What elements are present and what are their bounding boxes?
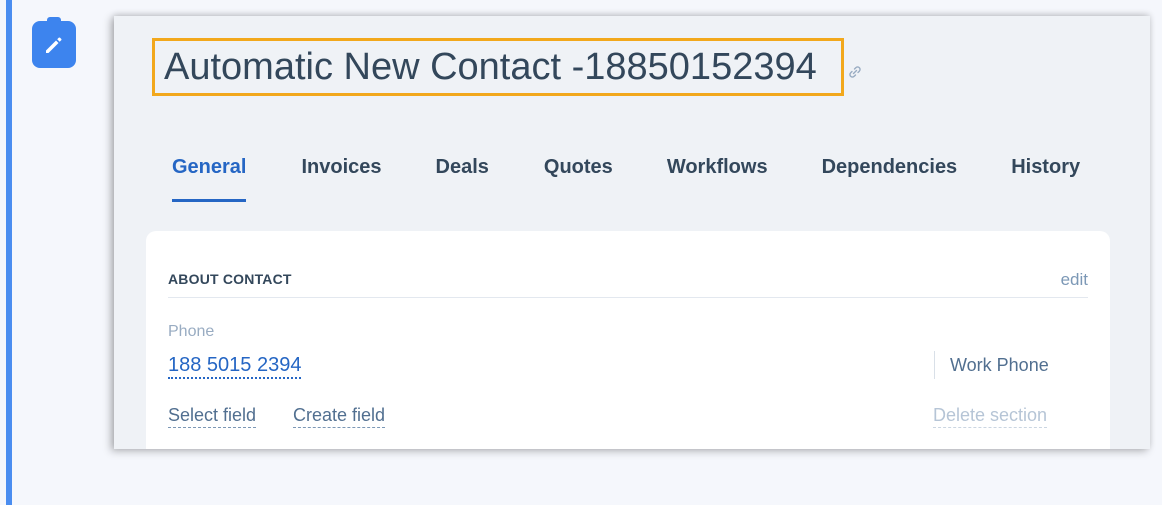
- record-tabs: General Invoices Deals Quotes Workflows …: [172, 156, 1080, 202]
- left-accent-bar: [6, 0, 12, 505]
- phone-value[interactable]: 188 5015 2394: [168, 353, 302, 379]
- card-edit-link[interactable]: edit: [1061, 270, 1088, 290]
- card-divider: [168, 297, 1088, 298]
- tab-dependencies[interactable]: Dependencies: [822, 156, 958, 202]
- tab-history[interactable]: History: [1011, 156, 1080, 202]
- phone-label: Phone: [168, 323, 215, 340]
- delete-section-link[interactable]: Delete section: [933, 403, 1048, 428]
- select-field-link[interactable]: Select field: [168, 403, 257, 428]
- phone-type-selector[interactable]: Work Phone: [934, 351, 1049, 379]
- create-field-link[interactable]: Create field: [293, 403, 386, 428]
- tab-invoices[interactable]: Invoices: [301, 156, 381, 202]
- contact-record-panel: Automatic New Contact -18850152394 Gener…: [114, 16, 1150, 449]
- tab-quotes[interactable]: Quotes: [544, 156, 613, 202]
- about-contact-card: ABOUT CONTACT edit Phone 188 5015 2394 W…: [146, 231, 1110, 449]
- edit-badge: [32, 17, 76, 68]
- record-title[interactable]: Automatic New Contact -18850152394: [164, 42, 817, 92]
- pencil-icon: [46, 37, 62, 53]
- badge-notch: [47, 17, 61, 25]
- card-title: ABOUT CONTACT: [168, 271, 292, 287]
- screenshot-stage: Automatic New Contact -18850152394 Gener…: [0, 0, 1162, 505]
- tab-deals[interactable]: Deals: [436, 156, 489, 202]
- tab-general[interactable]: General: [172, 156, 247, 202]
- tab-workflows[interactable]: Workflows: [667, 156, 768, 202]
- link-icon[interactable]: [847, 64, 863, 80]
